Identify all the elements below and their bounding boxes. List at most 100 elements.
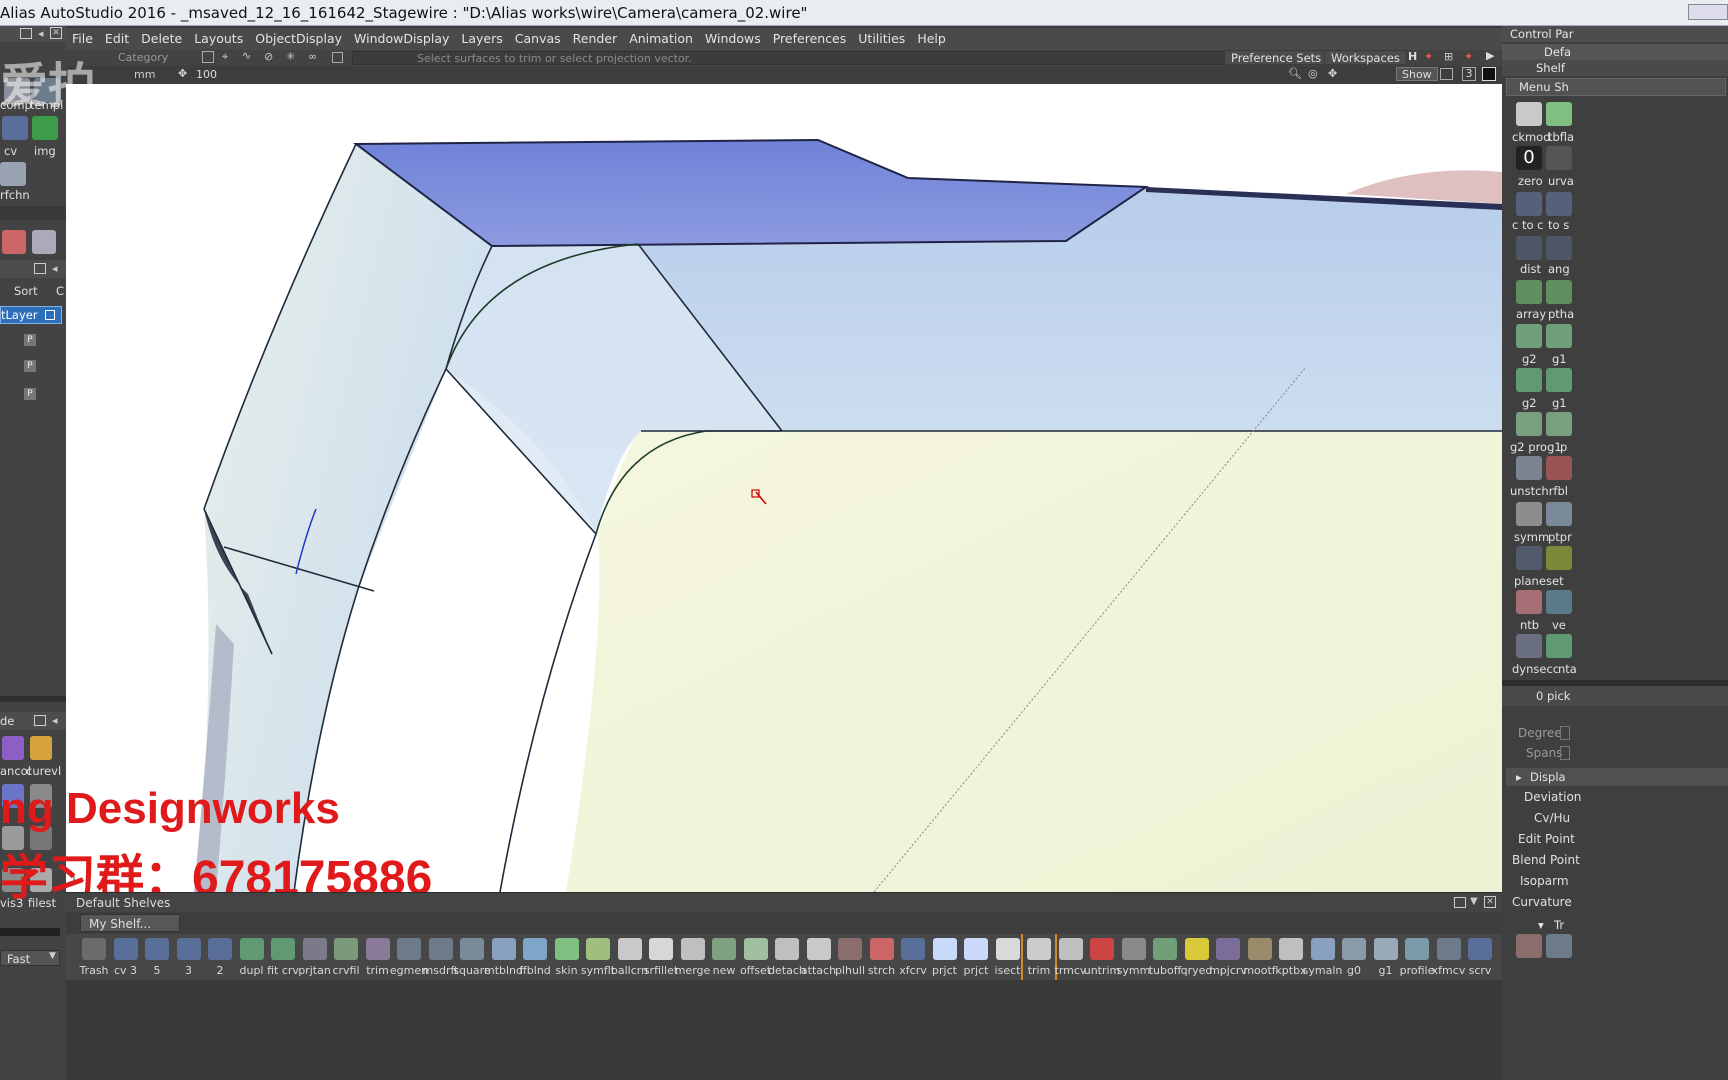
zero-icon[interactable]: 0 xyxy=(1516,146,1542,170)
menu-utilities[interactable]: Utilities xyxy=(852,28,911,50)
menu-objectdisplay[interactable]: ObjectDisplay xyxy=(249,28,348,50)
urva-icon[interactable] xyxy=(1546,146,1572,170)
menu-animation[interactable]: Animation xyxy=(623,28,699,50)
show-button[interactable]: Show xyxy=(1396,67,1438,81)
g2-prog-icon[interactable] xyxy=(1516,412,1542,436)
viewport-canvas[interactable] xyxy=(66,84,1502,892)
prop-blend-points[interactable]: Blend Point xyxy=(1512,853,1580,867)
shelf-tool-44[interactable]: scrv xyxy=(1464,934,1496,980)
front-surface[interactable] xyxy=(566,431,1502,892)
snap-point-icon[interactable]: ⊘ xyxy=(264,50,273,63)
layer-visibility-icon[interactable] xyxy=(45,310,55,320)
display-mode-select[interactable]: Fast ▼ xyxy=(0,950,60,966)
transform-label[interactable]: Tr xyxy=(1554,918,1564,932)
tool-icon[interactable] xyxy=(2,230,26,254)
prompt-line[interactable]: Select surfaces to trim or select projec… xyxy=(352,51,1287,65)
layers-sort[interactable]: Sort xyxy=(14,284,38,298)
tool-icon[interactable] xyxy=(32,230,56,254)
c-to-c-icon[interactable] xyxy=(1516,192,1542,216)
list-icon[interactable] xyxy=(332,52,343,63)
layer-flag[interactable]: P xyxy=(24,334,36,346)
top-strip-surface[interactable] xyxy=(353,138,1150,248)
prop-cv-hull[interactable]: Cv/Hu xyxy=(1534,811,1570,825)
prop-isoparms[interactable]: Isoparm xyxy=(1520,874,1569,888)
snap-grid-icon[interactable] xyxy=(202,51,214,63)
magnet-icon[interactable]: ✦ xyxy=(1464,50,1473,63)
rfbl-icon[interactable] xyxy=(1546,456,1572,480)
ve-icon[interactable] xyxy=(1546,590,1572,614)
g2-icon[interactable] xyxy=(1516,368,1542,392)
curevl-tool-icon[interactable] xyxy=(30,736,52,760)
menu-delete[interactable]: Delete xyxy=(135,28,188,50)
layers-col[interactable]: C xyxy=(56,284,64,298)
snap-curve-icon[interactable]: ⌖ xyxy=(222,50,228,64)
ptha-icon[interactable] xyxy=(1546,280,1572,304)
ckmod-icon[interactable] xyxy=(1516,102,1542,126)
set-icon[interactable] xyxy=(1546,546,1572,570)
ptpr-icon[interactable] xyxy=(1546,502,1572,526)
collapse-icon[interactable]: ◂ xyxy=(38,27,44,40)
arrow-right-icon[interactable]: ▶ xyxy=(1486,49,1494,62)
g1-icon[interactable] xyxy=(1546,324,1572,348)
prop-deviation[interactable]: Deviation xyxy=(1524,790,1581,804)
nta-icon[interactable] xyxy=(1546,634,1572,658)
tab-my-shelf[interactable]: My Shelf... xyxy=(80,914,180,932)
snap-more-icon[interactable]: ∞ xyxy=(308,50,317,63)
track-icon[interactable]: ✥ xyxy=(1328,67,1337,80)
modeling-viewport[interactable] xyxy=(66,84,1502,892)
spans-field[interactable] xyxy=(1560,746,1570,760)
to-s-icon[interactable] xyxy=(1546,192,1572,216)
menu-icon[interactable] xyxy=(34,715,46,726)
category-field[interactable]: Category xyxy=(118,51,168,64)
window-controls[interactable] xyxy=(1688,4,1728,20)
ancol-tool-icon[interactable] xyxy=(2,736,24,760)
prop-curvature[interactable]: Curvature xyxy=(1512,895,1572,909)
zoom-icon[interactable]: 🔍︎ xyxy=(1288,67,1302,80)
menu-icon[interactable] xyxy=(20,28,32,39)
layer-row-selected[interactable]: tLayer xyxy=(0,306,62,324)
array-icon[interactable] xyxy=(1516,280,1542,304)
g1-icon[interactable] xyxy=(1546,368,1572,392)
dist-icon[interactable] xyxy=(1516,236,1542,260)
shelf-tab[interactable]: Shelf xyxy=(1502,60,1728,76)
menu-render[interactable]: Render xyxy=(567,28,624,50)
menu-edit[interactable]: Edit xyxy=(99,28,135,50)
plane-icon[interactable] xyxy=(1516,546,1542,570)
ntb-icon[interactable] xyxy=(1516,590,1542,614)
control-panel-header[interactable]: Control Par xyxy=(1502,26,1728,42)
unstch-icon[interactable] xyxy=(1516,456,1542,480)
close-icon[interactable]: ✕ xyxy=(50,27,62,39)
menu-windows[interactable]: Windows xyxy=(699,28,767,50)
default-tab[interactable]: Defa xyxy=(1502,44,1728,60)
ang-icon[interactable] xyxy=(1546,236,1572,260)
view-number[interactable]: 3 xyxy=(1462,67,1476,81)
menu-layers[interactable]: Layers xyxy=(455,28,508,50)
tbfla-icon[interactable] xyxy=(1546,102,1572,126)
symm-icon[interactable] xyxy=(1516,502,1542,526)
home-icon[interactable]: H xyxy=(1408,50,1417,63)
cv-tool-icon[interactable] xyxy=(2,116,28,140)
menu-help[interactable]: Help xyxy=(911,28,952,50)
layer-flag[interactable]: P xyxy=(24,360,36,372)
view-options-icon[interactable] xyxy=(1440,68,1453,80)
collapse-icon[interactable]: ◂ xyxy=(52,714,58,727)
display-section[interactable]: ▸ Displa xyxy=(1506,768,1728,786)
g2-icon[interactable] xyxy=(1516,324,1542,348)
menu-preferences[interactable]: Preferences xyxy=(767,28,853,50)
grid-snap-icon[interactable]: ⊞ xyxy=(1444,50,1453,63)
xfmcv-icon[interactable] xyxy=(1516,934,1542,958)
collapse-icon[interactable]: ▼ xyxy=(1470,892,1478,912)
menu-canvas[interactable]: Canvas xyxy=(509,28,567,50)
menu-layouts[interactable]: Layouts xyxy=(188,28,249,50)
snap-wave-icon[interactable]: ∿ xyxy=(242,49,251,62)
g1-prog-icon[interactable] xyxy=(1546,412,1572,436)
close-icon[interactable]: ✕ xyxy=(1484,896,1496,908)
menu-shelf-header[interactable]: Menu Sh xyxy=(1506,78,1726,96)
scrv-icon[interactable] xyxy=(1546,934,1572,958)
grid-size[interactable]: 100 xyxy=(196,68,217,81)
preference-sets-button[interactable]: Preference Sets xyxy=(1224,50,1329,65)
layer-flag[interactable]: P xyxy=(24,388,36,400)
left-surface[interactable] xyxy=(196,144,492,892)
move-icon[interactable]: ✥ xyxy=(178,67,187,80)
menu-icon[interactable] xyxy=(34,263,46,274)
